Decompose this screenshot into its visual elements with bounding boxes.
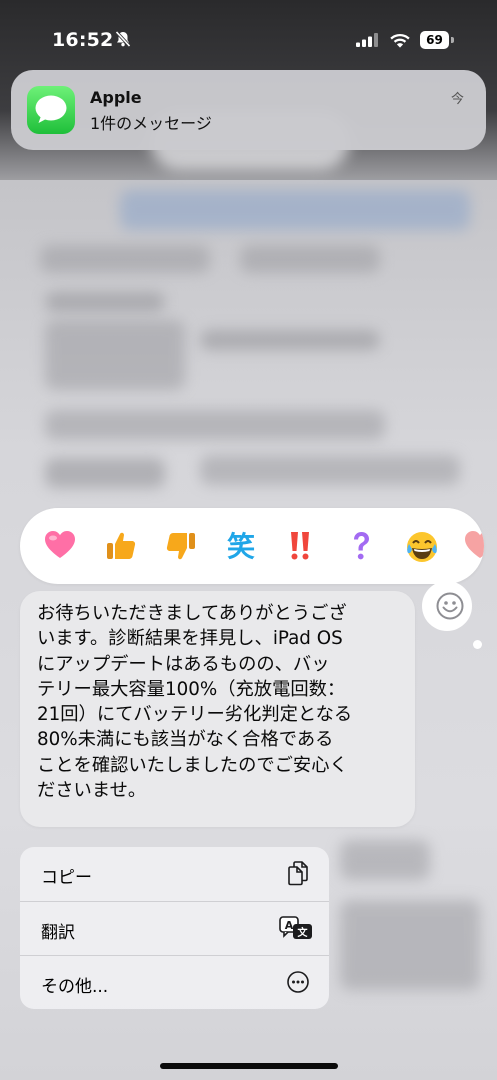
- status-bar: 16:52 69: [0, 0, 497, 70]
- home-indicator[interactable]: [160, 1063, 338, 1069]
- ellipsis-circle-icon: [287, 971, 309, 993]
- translate-menu-item[interactable]: 翻訳 A 文: [20, 901, 329, 955]
- status-time: 16:52: [52, 29, 114, 51]
- more-label: その他...: [41, 977, 109, 997]
- copy-menu-item[interactable]: コピー: [20, 847, 329, 901]
- tapback-reaction-bar: 笑: [20, 508, 484, 584]
- heart-icon[interactable]: [30, 508, 90, 584]
- notification-body: 1件のメッセージ: [90, 114, 212, 133]
- more-menu-item[interactable]: その他...: [20, 955, 329, 1009]
- svg-text:文: 文: [298, 926, 309, 939]
- message-line: ださいませ。: [37, 780, 147, 802]
- message-bubble[interactable]: お待ちいただきましてありがとうござ います。診断結果を拝見し、iPad OS に…: [20, 591, 415, 827]
- thumbs-down-icon[interactable]: [151, 508, 211, 584]
- battery-icon: 69: [420, 31, 454, 49]
- notification-banner[interactable]: Apple 1件のメッセージ 今: [11, 70, 486, 150]
- messages-icon: [27, 86, 75, 134]
- double-exclamation-icon[interactable]: [270, 508, 330, 584]
- message-line: テリー最大容量100%（充放電回数：: [37, 678, 346, 700]
- notification-time: 今: [451, 92, 465, 107]
- tears-of-joy-icon[interactable]: [391, 508, 451, 584]
- notification-app-name: Apple: [90, 88, 142, 107]
- battery-level: 69: [420, 31, 449, 49]
- translate-icon: A 文: [279, 916, 312, 939]
- message-line: ことを確認いたしましたのでご安心く: [37, 754, 348, 776]
- context-menu: コピー 翻訳 A 文 その他...: [20, 847, 329, 1009]
- wifi-icon: [390, 34, 410, 48]
- message-line: います。診断結果を拝見し、iPad OS: [37, 628, 343, 650]
- message-line: 80%未満にも該当がなく合格である: [37, 729, 334, 751]
- silent-icon: [115, 30, 131, 48]
- more-reactions-partial-icon[interactable]: [450, 508, 484, 584]
- message-line: 21回）にてバッテリー劣化判定となる: [37, 704, 353, 726]
- emoji-reaction-icon[interactable]: [435, 591, 465, 621]
- copy-icon: [288, 861, 308, 886]
- question-icon[interactable]: [331, 508, 391, 584]
- translate-label: 翻訳: [41, 923, 75, 943]
- message-line: にアップデートはあるものの、バッ: [37, 653, 330, 675]
- laugh-icon[interactable]: 笑: [211, 508, 271, 584]
- copy-label: コピー: [41, 868, 92, 888]
- message-line: お待ちいただきましてありがとうござ: [37, 603, 347, 624]
- thumbs-up-icon[interactable]: [91, 508, 151, 584]
- svg-text:A: A: [285, 919, 294, 932]
- laugh-glyph: 笑: [226, 530, 255, 563]
- signal-icon: [356, 33, 378, 47]
- reaction-bar-tail-dot: [473, 640, 482, 649]
